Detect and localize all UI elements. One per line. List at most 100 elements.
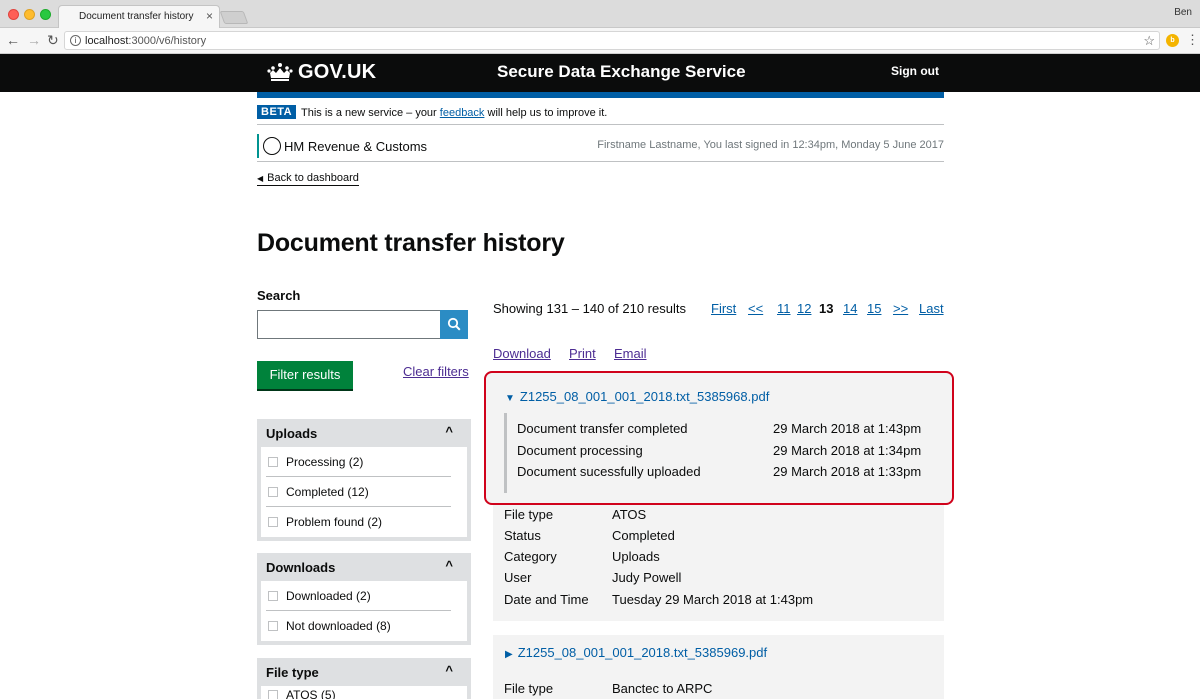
record-file-link[interactable]: ▶ Z1255_08_001_001_2018.txt_5385969.pdf	[505, 645, 767, 660]
pagination-last[interactable]: Last	[919, 301, 944, 316]
pagination-page-11[interactable]: 11	[777, 301, 791, 316]
search-button[interactable]	[440, 310, 468, 339]
forward-arrow-icon[interactable]: →	[27, 32, 41, 48]
organisation-bar: HM Revenue & Customs Firstname Lastname,…	[257, 131, 944, 162]
meta-value: Uploads	[612, 549, 660, 564]
facet-title: File type	[266, 665, 319, 680]
email-link[interactable]: Email	[614, 346, 647, 361]
back-triangle-icon: ◀	[257, 174, 264, 183]
uploads-facet: Uploads ^ Processing (2) Completed (12) …	[257, 419, 471, 541]
checkbox[interactable]	[268, 621, 278, 631]
pagination-first[interactable]: First	[711, 301, 736, 316]
download-link[interactable]: Download	[493, 346, 551, 361]
meta-key: User	[504, 570, 532, 585]
feedback-link[interactable]: feedback	[440, 107, 485, 119]
tab-title: Document transfer history	[79, 11, 194, 22]
tab-close-icon[interactable]: ×	[206, 9, 213, 23]
govuk-logo-text[interactable]: GOV.UK	[298, 61, 376, 84]
filter-option-completed[interactable]: Completed (12)	[266, 477, 451, 507]
option-label: Not downloaded (8)	[286, 619, 391, 633]
pagination-previous[interactable]: <<	[748, 301, 763, 316]
maximize-window-button[interactable]	[40, 9, 51, 20]
page-title: Document transfer history	[257, 229, 565, 257]
facet-title: Downloads	[266, 560, 336, 575]
pagination-page-15[interactable]: 15	[867, 301, 881, 316]
back-to-dashboard-link[interactable]: ◀ Back to dashboard	[257, 172, 359, 186]
bookmark-star-icon[interactable]: ☆	[1143, 33, 1155, 49]
option-label: ATOS (5)	[286, 688, 336, 699]
collapse-caret-icon[interactable]: ^	[445, 663, 453, 678]
browser-menu-icon[interactable]: ⋮	[1186, 32, 1199, 48]
reload-icon[interactable]: ↻	[47, 32, 59, 49]
checkbox[interactable]	[268, 517, 278, 527]
downloads-facet-header[interactable]: Downloads ^	[257, 553, 471, 581]
beta-tag: BETA	[257, 105, 297, 119]
organisation-name: HM Revenue & Customs	[284, 139, 428, 154]
service-name[interactable]: Secure Data Exchange Service	[497, 62, 746, 82]
event-date: 29 March 2018 at 1:34pm	[773, 443, 922, 458]
browser-tab[interactable]: Document transfer history ×	[58, 5, 220, 28]
pagination-page-14[interactable]: 14	[843, 301, 857, 316]
info-icon[interactable]: i	[70, 35, 81, 46]
file-type-facet-header[interactable]: File type ^	[257, 658, 471, 686]
option-label: Downloaded (2)	[286, 589, 371, 603]
pagination-page-12[interactable]: 12	[797, 301, 811, 316]
pagination-current-page: 13	[819, 301, 834, 316]
browser-toolbar: ← → ↻ i localhost:3000/v6/history ☆ b ⋮	[0, 28, 1200, 54]
checkbox[interactable]	[268, 591, 278, 601]
file-type-facet: File type ^ ATOS (5)	[257, 658, 471, 699]
event-timeline-rule	[504, 413, 507, 493]
meta-key: File type	[504, 681, 554, 696]
checkbox[interactable]	[268, 487, 278, 497]
browser-user-label[interactable]: Ben	[1174, 7, 1192, 18]
event-label: Document processing	[517, 443, 643, 458]
url-text[interactable]: localhost:3000/v6/history	[85, 35, 206, 47]
meta-value: Completed	[612, 528, 675, 543]
filter-option-atos[interactable]: ATOS (5)	[266, 686, 451, 699]
option-label: Completed (12)	[286, 485, 369, 499]
pagination-next[interactable]: >>	[893, 301, 908, 316]
option-label: Processing (2)	[286, 455, 364, 469]
search-label: Search	[257, 288, 301, 303]
checkbox[interactable]	[268, 690, 278, 699]
collapse-caret-icon[interactable]: ^	[445, 558, 453, 573]
meta-value: Tuesday 29 March 2018 at 1:43pm	[612, 592, 814, 607]
event-date: 29 March 2018 at 1:43pm	[773, 421, 922, 436]
record-file-link[interactable]: ▼ Z1255_08_001_001_2018.txt_5385968.pdf	[505, 389, 769, 404]
hmrc-crest-icon	[263, 137, 281, 155]
search-input[interactable]	[257, 310, 441, 339]
downloads-facet: Downloads ^ Downloaded (2) Not downloade…	[257, 553, 471, 645]
browser-tab-bar: Document transfer history × Ben	[0, 0, 1200, 28]
new-tab-button[interactable]	[219, 11, 249, 24]
meta-key: Status	[504, 528, 541, 543]
sign-out-link[interactable]: Sign out	[891, 64, 939, 78]
filter-results-button[interactable]: Filter results	[257, 361, 353, 389]
meta-value: Judy Powell	[612, 570, 682, 585]
collapse-caret-icon[interactable]: ^	[445, 424, 453, 439]
extension-icon[interactable]: b	[1166, 34, 1179, 47]
results-count: Showing 131 – 140 of 210 results	[493, 301, 686, 316]
event-date: 29 March 2018 at 1:33pm	[773, 464, 922, 479]
org-colour-rule	[257, 134, 259, 158]
meta-value: ATOS	[612, 507, 647, 522]
expanded-triangle-icon: ▼	[505, 393, 515, 404]
downloads-facet-options: Downloaded (2) Not downloaded (8)	[261, 581, 467, 641]
print-link[interactable]: Print	[569, 346, 596, 361]
crown-icon	[267, 63, 293, 81]
filter-option-not-downloaded[interactable]: Not downloaded (8)	[266, 611, 451, 641]
filter-option-processing[interactable]: Processing (2)	[266, 447, 451, 477]
filter-option-downloaded[interactable]: Downloaded (2)	[266, 581, 451, 611]
header-blue-bar	[257, 92, 944, 98]
close-window-button[interactable]	[8, 9, 19, 20]
filter-option-problem-found[interactable]: Problem found (2)	[266, 507, 451, 537]
event-label: Document sucessfully uploaded	[517, 464, 701, 479]
checkbox[interactable]	[268, 457, 278, 467]
file-type-facet-options: ATOS (5)	[261, 686, 467, 699]
uploads-facet-header[interactable]: Uploads ^	[257, 419, 471, 447]
facet-title: Uploads	[266, 426, 318, 441]
back-arrow-icon[interactable]: ←	[6, 32, 20, 48]
address-bar[interactable]: i localhost:3000/v6/history ☆	[64, 31, 1160, 50]
clear-filters-link[interactable]: Clear filters	[403, 364, 469, 379]
minimize-window-button[interactable]	[24, 9, 35, 20]
meta-key: Date and Time	[504, 592, 589, 607]
